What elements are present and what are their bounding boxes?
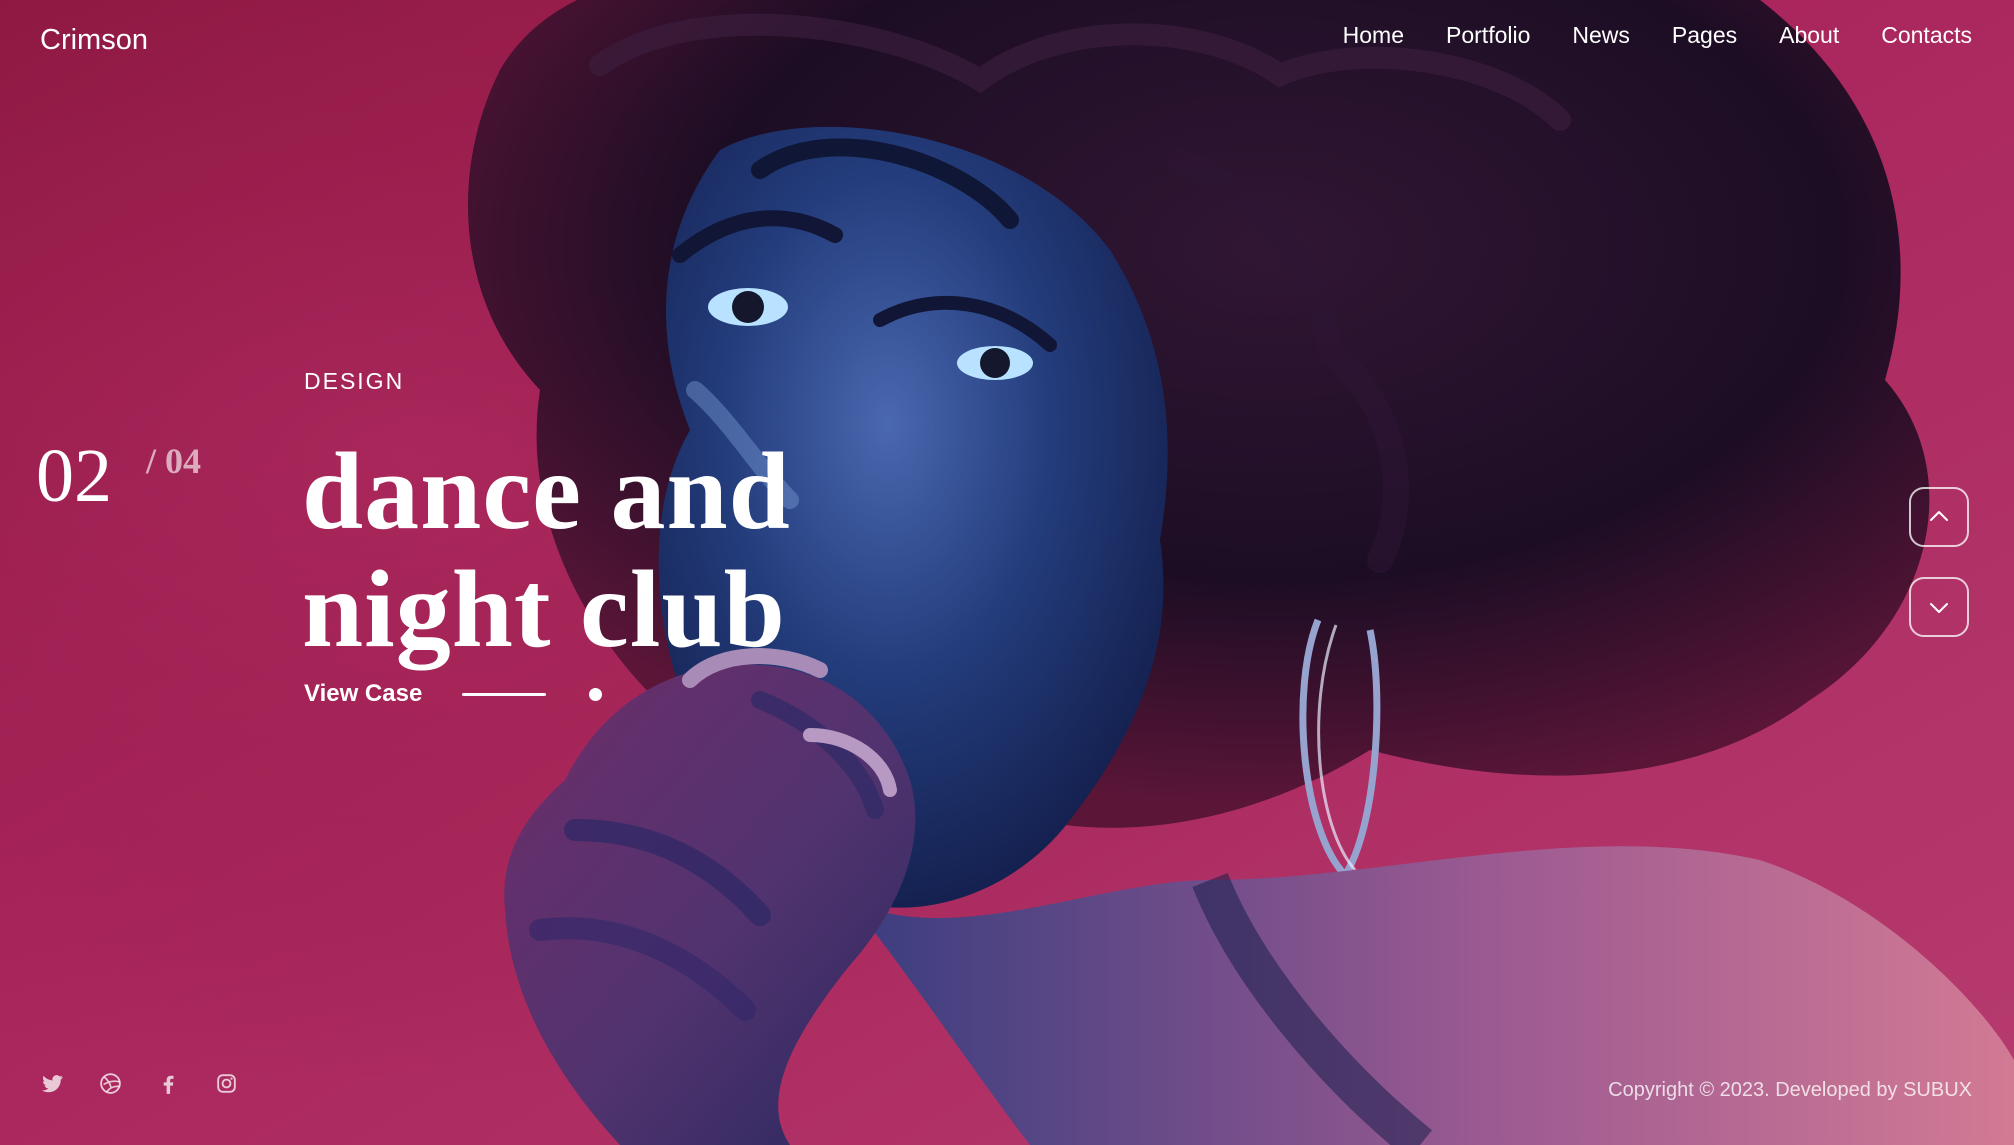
view-case-link[interactable]: View Case: [304, 680, 422, 708]
brand-logo[interactable]: Crimson: [40, 24, 148, 57]
instagram-link[interactable]: [214, 1071, 239, 1096]
view-case-row: View Case: [304, 680, 603, 708]
nav-news-link[interactable]: News: [1572, 22, 1630, 49]
chevron-down-icon: [1930, 603, 1948, 613]
twitter-icon: [42, 1075, 63, 1093]
slide-category: DESIGN: [304, 368, 405, 394]
facebook-link[interactable]: [156, 1071, 181, 1096]
main-navigation: Home Portfolio News Pages About Contacts: [1343, 22, 1972, 49]
twitter-link[interactable]: [40, 1071, 65, 1096]
copyright-text: Copyright © 2023. Developed by SUBUX: [1608, 1079, 1972, 1101]
nav-contacts-link[interactable]: Contacts: [1881, 22, 1972, 49]
dribbble-icon: [100, 1073, 121, 1094]
slide-progress-dot[interactable]: [589, 687, 603, 701]
slide-title: dance and night club: [302, 432, 791, 668]
slide-progress-line: [462, 692, 547, 696]
dribbble-link[interactable]: [98, 1071, 123, 1096]
nav-portfolio-link[interactable]: Portfolio: [1446, 22, 1530, 49]
slide-title-line-1: dance and: [302, 430, 791, 552]
next-slide-button[interactable]: [1909, 577, 1969, 637]
nav-home-link[interactable]: Home: [1343, 22, 1404, 49]
social-links: [40, 1071, 239, 1096]
facebook-icon: [163, 1075, 174, 1094]
slide-title-line-2: night club: [302, 548, 786, 670]
chevron-up-icon: [1930, 511, 1948, 521]
nav-pages-link[interactable]: Pages: [1672, 22, 1737, 49]
previous-slide-button[interactable]: [1909, 487, 1969, 547]
hero-slide: Crimson Home Portfolio News Pages About …: [0, 0, 2014, 1145]
slide-total-number: / 04: [146, 441, 202, 481]
slide-counter: 02 / 04: [36, 438, 201, 514]
slide-current-number: 02: [36, 434, 112, 518]
instagram-icon: [217, 1074, 236, 1093]
nav-about-link[interactable]: About: [1779, 22, 1839, 49]
